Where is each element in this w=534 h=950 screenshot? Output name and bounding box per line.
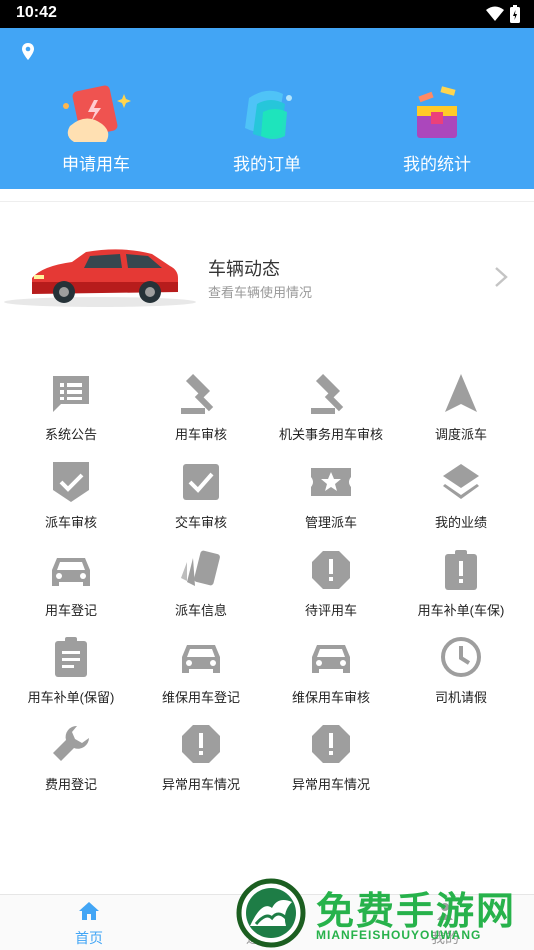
car-icon bbox=[312, 645, 350, 673]
tile-maintenance-review[interactable]: 维保用车审核 bbox=[266, 635, 396, 706]
nav-home[interactable]: 首页 bbox=[44, 901, 134, 948]
wrench-icon bbox=[53, 725, 89, 761]
battery-icon bbox=[510, 5, 520, 23]
my-statistics-label: 我的统计 bbox=[403, 155, 471, 174]
tile-label: 待评用车 bbox=[304, 603, 357, 618]
gavel-icon bbox=[311, 373, 344, 414]
tile-abnormal-usage-1[interactable]: 异常用车情况 bbox=[136, 722, 266, 793]
watermark: 免费手游网 MIANFEISHOUYOUWANG bbox=[236, 878, 526, 950]
tile-label: 派车信息 bbox=[174, 603, 227, 618]
location-icon[interactable] bbox=[18, 42, 38, 62]
home-icon bbox=[79, 902, 99, 920]
header: 申请用车 我的订单 我的统计 bbox=[0, 28, 534, 189]
tile-label: 用车补单(车保) bbox=[417, 603, 505, 618]
tile-label: 机关事务用车审核 bbox=[278, 427, 383, 442]
watermark-title: 免费手游网 bbox=[316, 888, 517, 933]
tile-my-performance[interactable]: 我的业绩 bbox=[396, 460, 526, 531]
vehicle-status-card[interactable]: 车辆动态 查看车辆使用情况 bbox=[0, 201, 534, 351]
announcement-icon bbox=[53, 376, 89, 412]
tile-label: 用车审核 bbox=[174, 427, 227, 442]
tile-driver-leave[interactable]: 司机请假 bbox=[396, 635, 526, 706]
vehicle-status-title: 车辆动态 bbox=[208, 259, 280, 279]
tile-dispatch[interactable]: 调度派车 bbox=[396, 372, 526, 443]
car-icon bbox=[182, 645, 220, 673]
tile-label: 管理派车 bbox=[304, 515, 357, 530]
tile-label: 维保用车登记 bbox=[161, 690, 240, 705]
tile-label: 用车登记 bbox=[44, 603, 97, 618]
tile-label: 维保用车审核 bbox=[291, 690, 370, 705]
wifi-icon bbox=[486, 6, 504, 21]
tile-abnormal-usage-2[interactable]: 异常用车情况 bbox=[266, 722, 396, 793]
tile-supplement-order-retain[interactable]: 用车补单(保留) bbox=[6, 635, 136, 706]
tile-car-registration[interactable]: 用车登记 bbox=[6, 548, 136, 619]
watermark-subtitle: MIANFEISHOUYOUWANG bbox=[316, 928, 482, 942]
chevron-right-icon bbox=[495, 267, 508, 287]
tile-manage-dispatch[interactable]: 管理派车 bbox=[266, 460, 396, 531]
tile-label: 异常用车情况 bbox=[291, 777, 370, 792]
layers-icon bbox=[443, 464, 479, 499]
tile-label: 系统公告 bbox=[44, 427, 97, 442]
my-orders-label: 我的订单 bbox=[233, 155, 301, 174]
tile-dispatch-info[interactable]: 派车信息 bbox=[136, 548, 266, 619]
car-icon bbox=[52, 558, 90, 586]
vehicle-status-subtitle: 查看车辆使用情况 bbox=[208, 285, 313, 300]
watermark-logo bbox=[236, 878, 306, 948]
tile-label: 异常用车情况 bbox=[161, 777, 240, 792]
my-orders-button[interactable]: 我的订单 bbox=[207, 84, 327, 175]
alert-octagon-icon bbox=[182, 725, 220, 763]
apply-car-button[interactable]: 申请用车 bbox=[36, 84, 156, 175]
apply-car-icon bbox=[63, 85, 131, 142]
tile-supplement-order-insurance[interactable]: 用车补单(车保) bbox=[396, 548, 526, 619]
red-suv-image bbox=[4, 249, 196, 307]
tile-label: 费用登记 bbox=[44, 777, 97, 792]
alert-octagon-icon bbox=[312, 725, 350, 763]
clock-icon bbox=[441, 637, 481, 677]
alert-octagon-icon bbox=[312, 551, 350, 589]
tile-label: 调度派车 bbox=[434, 427, 487, 442]
my-statistics-button[interactable]: 我的统计 bbox=[377, 84, 497, 175]
tile-agency-car-review[interactable]: 机关事务用车审核 bbox=[266, 372, 396, 443]
nav-home-label: 首页 bbox=[75, 930, 103, 946]
status-time: 10:42 bbox=[16, 4, 57, 21]
cards-icon bbox=[181, 550, 220, 586]
navigation-icon bbox=[445, 374, 477, 412]
apply-car-label: 申请用车 bbox=[62, 155, 130, 174]
status-bar: 10:42 bbox=[0, 0, 534, 28]
tile-label: 派车审核 bbox=[44, 515, 97, 530]
tile-maintenance-registration[interactable]: 维保用车登记 bbox=[136, 635, 266, 706]
clipboard-text-icon bbox=[55, 637, 87, 677]
tile-label: 我的业绩 bbox=[434, 515, 487, 530]
tile-dispatch-review[interactable]: 派车审核 bbox=[6, 460, 136, 531]
status-icons bbox=[486, 5, 520, 23]
tile-label: 司机请假 bbox=[434, 690, 487, 705]
shield-check-icon bbox=[53, 462, 89, 502]
orders-icon bbox=[245, 90, 292, 139]
tile-label: 交车审核 bbox=[174, 515, 227, 530]
checkbox-icon bbox=[183, 464, 219, 500]
statistics-icon bbox=[417, 86, 457, 138]
tile-system-announcement[interactable]: 系统公告 bbox=[6, 372, 136, 443]
ticket-star-icon bbox=[311, 468, 351, 496]
gavel-icon bbox=[181, 373, 214, 414]
tile-pending-evaluation[interactable]: 待评用车 bbox=[266, 548, 396, 619]
tile-car-review[interactable]: 用车审核 bbox=[136, 372, 266, 443]
tile-label: 用车补单(保留) bbox=[27, 690, 115, 705]
tile-handover-review[interactable]: 交车审核 bbox=[136, 460, 266, 531]
clipboard-alert-icon bbox=[445, 550, 477, 590]
tile-expense-registration[interactable]: 费用登记 bbox=[6, 722, 136, 793]
